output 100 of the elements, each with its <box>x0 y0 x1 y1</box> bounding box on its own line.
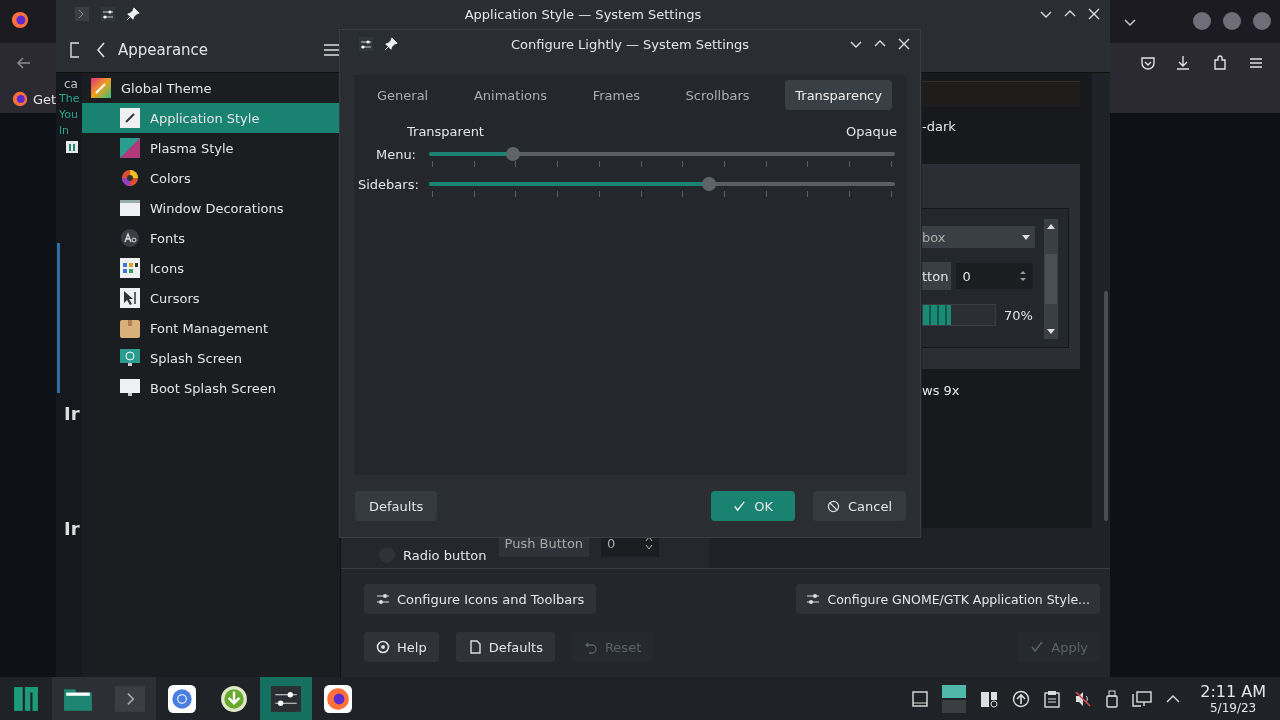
download-icon[interactable] <box>1175 55 1191 71</box>
firefox-icon <box>324 684 352 713</box>
desktop-icon[interactable] <box>912 690 929 707</box>
tab[interactable]: General <box>367 80 439 110</box>
tab[interactable]: Transparency <box>785 80 892 110</box>
tab[interactable]: Animations <box>463 80 557 110</box>
launcher-icon <box>13 685 39 712</box>
sidebar-item[interactable]: Window Decorations <box>82 193 340 223</box>
pin-icon[interactable] <box>126 7 140 21</box>
help-icon <box>376 640 390 654</box>
taskbar-folder-button[interactable] <box>52 677 104 720</box>
chevron-up-icon[interactable] <box>1166 693 1181 704</box>
slider[interactable] <box>429 177 895 198</box>
usb-drive-icon[interactable] <box>1106 689 1119 708</box>
muted-speaker-icon[interactable] <box>1074 689 1093 708</box>
package-manager-icon[interactable] <box>980 689 999 708</box>
sidebar-item[interactable]: Colors <box>82 163 340 193</box>
stepper-icon <box>645 535 654 551</box>
network-icon[interactable] <box>1132 689 1153 708</box>
grid-icon <box>120 258 140 278</box>
check-icon <box>1030 640 1045 654</box>
settings-icon[interactable] <box>358 36 374 52</box>
sidebar-item[interactable]: Splash Screen <box>82 343 340 373</box>
help-button[interactable]: Help <box>364 632 439 662</box>
scroll-up-icon[interactable] <box>1046 222 1056 230</box>
settings-icon[interactable] <box>100 6 116 22</box>
browser-icon <box>168 684 196 713</box>
sidebar-item[interactable]: Cursors <box>82 283 340 313</box>
window-control-icon[interactable] <box>1253 12 1271 30</box>
sidebar-item[interactable]: Icons <box>82 253 340 283</box>
terminal-line: The <box>59 91 81 107</box>
close-icon[interactable] <box>898 38 910 50</box>
clipboard-icon[interactable] <box>1044 689 1061 708</box>
sidebar-toggle-icon[interactable] <box>70 42 80 58</box>
firefox-icon[interactable] <box>11 11 29 29</box>
progress-reading: 70% <box>1004 307 1033 323</box>
text-field[interactable] <box>922 81 1080 107</box>
sidebar-item[interactable]: Plasma Style <box>82 133 340 163</box>
close-icon[interactable] <box>1088 8 1100 20</box>
cancel-icon <box>826 499 840 513</box>
sliders-icon <box>376 592 390 606</box>
terminal-icon[interactable] <box>74 6 90 22</box>
terminal-icon <box>115 685 145 712</box>
undo-icon <box>583 640 598 654</box>
configure-button[interactable]: Configure Icons and Toolbars <box>364 584 597 614</box>
stepper-icon <box>1019 269 1028 283</box>
cursor-icon <box>120 288 140 308</box>
menu-icon[interactable] <box>324 43 340 57</box>
combo-box[interactable]: box <box>922 226 1035 248</box>
document-icon <box>467 640 482 654</box>
slider-label: Sidebars: <box>358 176 416 192</box>
app-icon <box>66 141 78 153</box>
defaults-button[interactable]: Defaults <box>455 632 555 662</box>
check-icon <box>733 499 747 513</box>
clock-date[interactable]: 5/19/23 <box>1210 701 1257 714</box>
slider[interactable] <box>429 147 895 168</box>
color-wheel-icon <box>120 168 140 188</box>
download-icon <box>220 684 248 713</box>
clock-time[interactable]: 2:11 AM <box>1200 683 1266 700</box>
bookmark-link[interactable]: Get <box>12 91 57 107</box>
window-control-icon[interactable] <box>1223 12 1241 30</box>
scrollbar[interactable] <box>1044 219 1058 339</box>
tab[interactable]: Frames <box>582 80 650 110</box>
spin-box[interactable]: 0 <box>956 263 1034 289</box>
sidebar-item[interactable]: Global Theme <box>82 73 340 103</box>
scale-label: Opaque <box>846 124 897 139</box>
update-icon[interactable] <box>1012 689 1031 708</box>
heading: Ir <box>64 403 81 424</box>
defaults-button[interactable]: Defaults <box>355 491 438 521</box>
pocket-icon[interactable] <box>1140 55 1156 71</box>
scrollbar[interactable] <box>1104 291 1108 521</box>
heading: Ir <box>64 518 81 539</box>
pin-icon[interactable] <box>384 37 398 51</box>
tab[interactable]: Scrollbars <box>675 80 760 110</box>
sidebar-item[interactable]: Application Style <box>82 103 340 133</box>
slider-handle[interactable] <box>701 177 716 191</box>
sidebar-item[interactable]: Boot Splash Screen <box>82 373 340 403</box>
firefox-icon <box>12 91 28 107</box>
back-icon[interactable] <box>96 42 106 58</box>
ok-button[interactable]: OK <box>711 491 795 521</box>
radio-button[interactable]: Radio button <box>379 547 487 563</box>
font-icon <box>120 228 140 248</box>
window-control-icon[interactable] <box>1193 12 1211 30</box>
workspace-icon[interactable] <box>942 684 967 713</box>
style-name: ws 9x <box>922 383 961 398</box>
taskbar-settings-button[interactable] <box>260 677 312 720</box>
back-icon[interactable] <box>16 55 32 71</box>
menu-icon[interactable] <box>1248 55 1264 71</box>
package-icon <box>120 318 140 338</box>
push-button[interactable]: tton <box>922 262 952 290</box>
scroll-down-icon[interactable] <box>1046 328 1056 336</box>
tab-label[interactable]: ca <box>64 77 82 91</box>
sidebar-item[interactable]: Font Management <box>82 313 340 343</box>
window-title: Configure Lightly — System Settings <box>510 36 750 52</box>
configure-button[interactable]: Configure GNOME/GTK Application Style... <box>796 584 1100 614</box>
cancel-button[interactable]: Cancel <box>812 491 906 521</box>
sidebar-title: Appearance <box>118 41 209 59</box>
sidebar-item[interactable]: Fonts <box>82 223 340 253</box>
window-title: Application Style — System Settings <box>464 6 702 22</box>
slider-handle[interactable] <box>505 147 520 161</box>
